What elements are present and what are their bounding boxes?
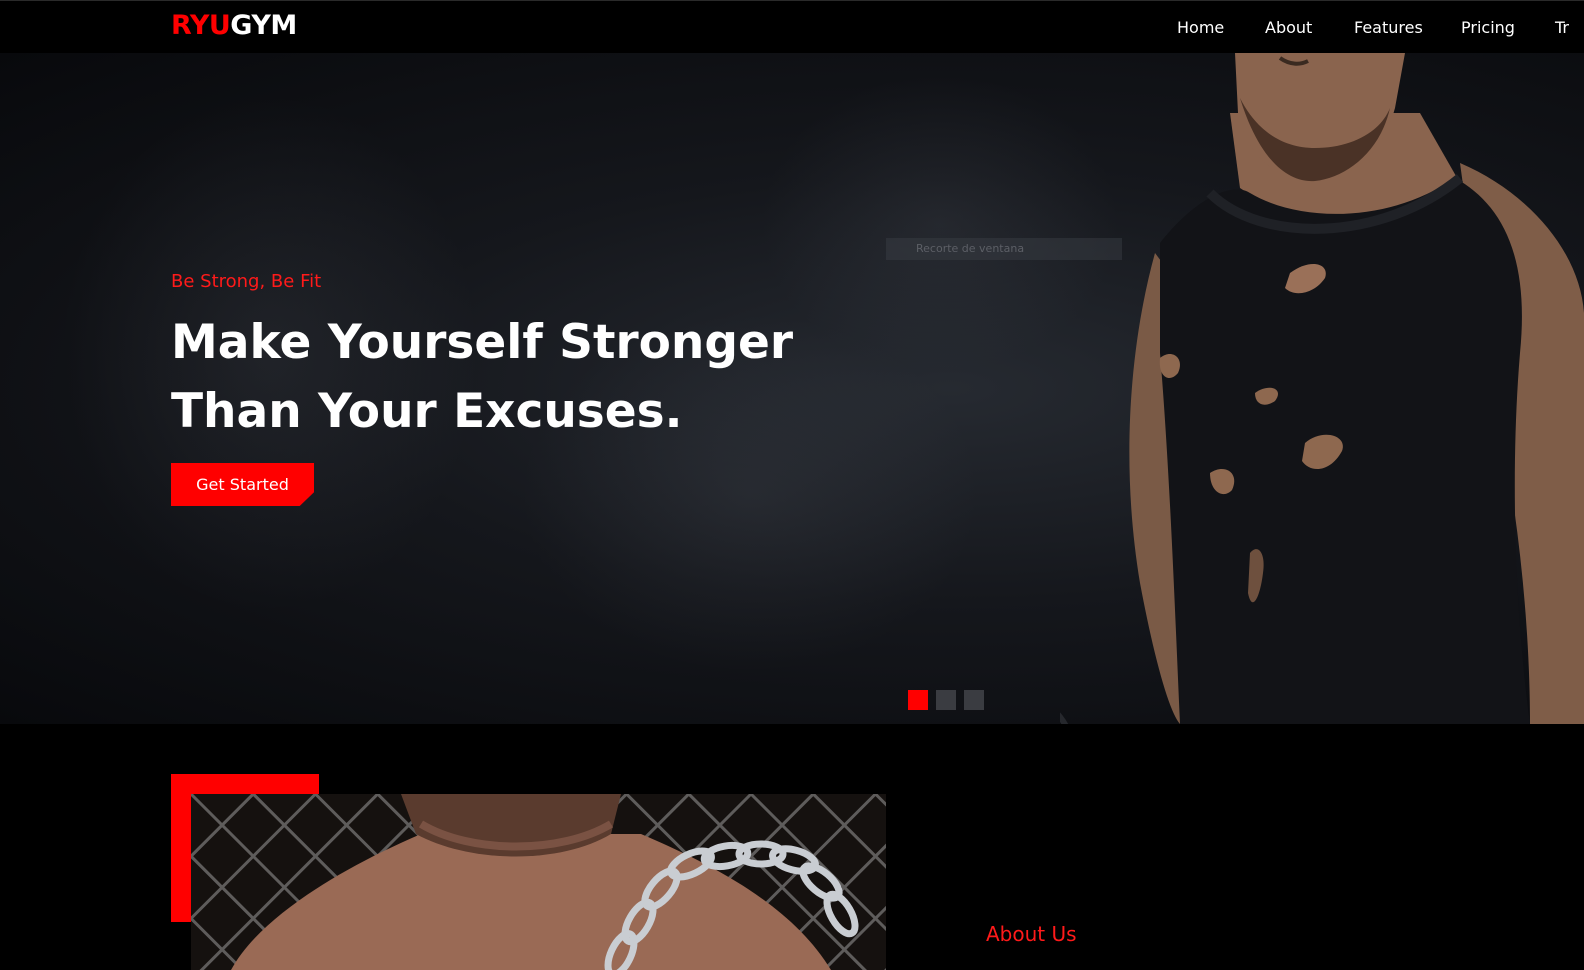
about-section: About Us xyxy=(0,724,1584,970)
hero-headline: Make Yourself Stronger Than Your Excuses… xyxy=(171,308,871,446)
hero-headline-line2: Than Your Excuses. xyxy=(171,384,683,439)
hero-section: Recorte de ventana Be Strong, Be Fit Mak… xyxy=(0,53,1584,724)
photo-frame-accent-horizontal xyxy=(171,774,319,794)
hero-tagline: Be Strong, Be Fit xyxy=(171,271,322,292)
nav-features-link[interactable]: Features xyxy=(1354,18,1423,37)
nav-about-link[interactable]: About xyxy=(1265,18,1312,37)
window-clip-overlay[interactable]: Recorte de ventana xyxy=(886,238,1122,260)
get-started-button[interactable]: Get Started xyxy=(171,463,314,506)
nav-pricing-link[interactable]: Pricing xyxy=(1461,18,1515,37)
about-photo xyxy=(191,794,886,970)
about-us-label: About Us xyxy=(986,922,1077,946)
carousel-indicators xyxy=(908,690,984,710)
navbar: RYUGYM Home About Features Pricing Tr xyxy=(0,0,1584,53)
athlete-image xyxy=(1060,53,1584,724)
carousel-dot-2[interactable] xyxy=(936,690,956,710)
brand-logo-red: RYU xyxy=(171,10,231,41)
hero-headline-line1: Make Yourself Stronger xyxy=(171,315,794,370)
carousel-dot-3[interactable] xyxy=(964,690,984,710)
carousel-dot-1[interactable] xyxy=(908,690,928,710)
brand-logo[interactable]: RYUGYM xyxy=(171,10,297,41)
brand-logo-white: GYM xyxy=(230,10,297,41)
photo-frame-accent-vertical xyxy=(171,774,191,922)
nav-home-link[interactable]: Home xyxy=(1177,18,1224,37)
nav-trainers-link[interactable]: Tr xyxy=(1555,18,1569,37)
